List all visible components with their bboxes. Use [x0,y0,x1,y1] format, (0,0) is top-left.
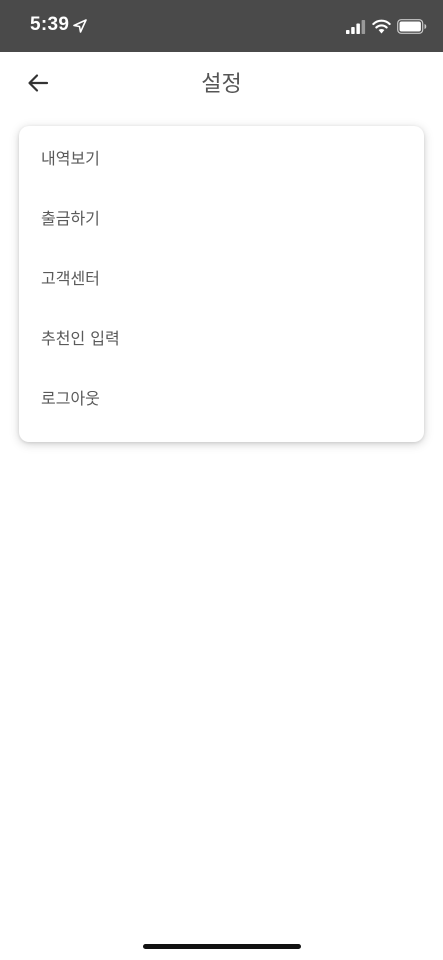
page-title: 설정 [201,72,242,97]
wifi-icon [372,19,391,34]
status-time: 5:39 [30,14,70,35]
menu-item-label: 출금하기 [41,209,100,228]
home-indicator[interactable] [143,944,301,949]
location-arrow-icon [73,19,87,33]
menu-item-referral-input[interactable]: 추천인 입력 [19,307,424,367]
status-bar: 5:39 [0,0,443,52]
menu-item-customer-center[interactable]: 고객센터 [19,247,424,307]
app-header: 설정 [0,52,443,112]
menu-item-label: 고객센터 [41,269,100,288]
cellular-signal-icon [346,20,366,34]
battery-icon [397,19,427,34]
menu-item-label: 추천인 입력 [41,329,120,348]
menu-item-logout[interactable]: 로그아웃 [19,367,424,427]
menu-item-withdraw[interactable]: 출금하기 [19,187,424,247]
settings-menu-card: 내역보기 출금하기 고객센터 추천인 입력 로그아웃 [19,126,424,442]
menu-item-label: 내역보기 [41,149,100,168]
menu-item-label: 로그아웃 [41,389,100,408]
menu-item-history[interactable]: 내역보기 [19,127,424,187]
